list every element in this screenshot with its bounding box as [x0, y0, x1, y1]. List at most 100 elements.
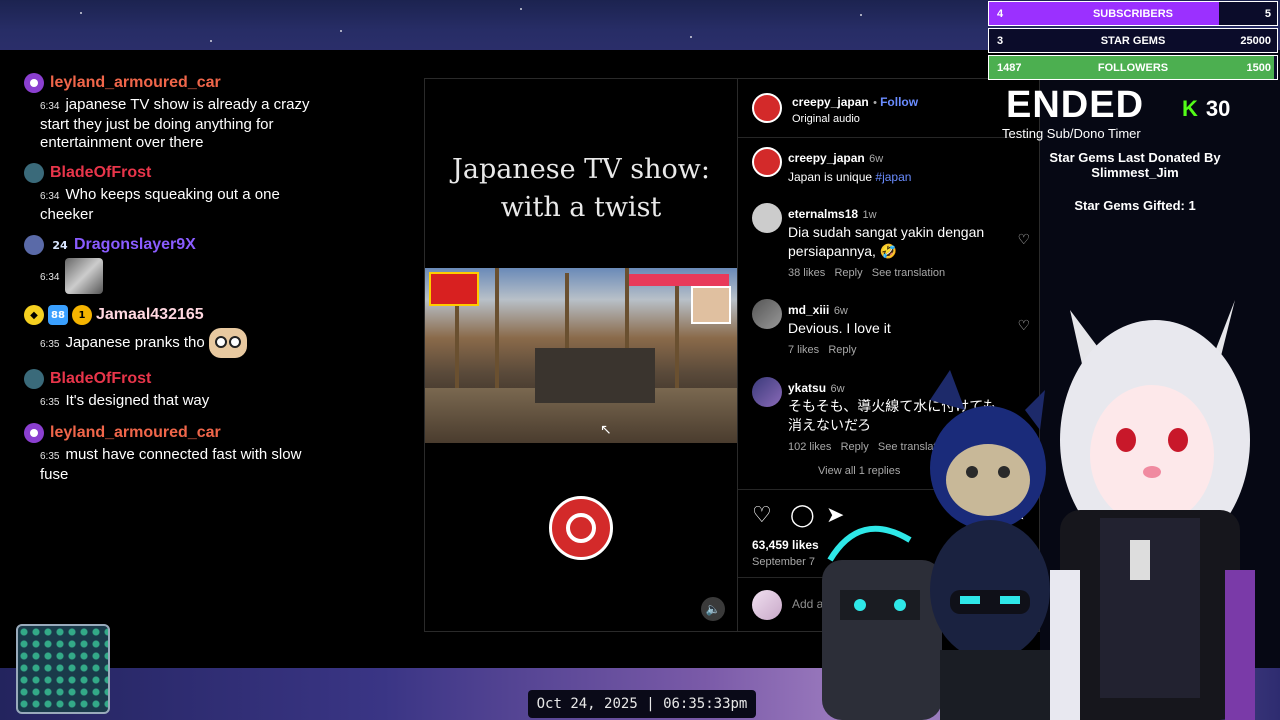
mouse-cursor-icon: ↖ [600, 422, 612, 438]
chat-text: must have connected fast with slow fuse [40, 446, 302, 483]
chat-message: leyland_armoured_car 6:35 must have conne… [24, 420, 324, 484]
viewer-count: 30 [1205, 96, 1231, 121]
badge-88-icon: 88 [48, 305, 68, 325]
goal-target: 25000 [1240, 35, 1271, 47]
video-clip-frame [425, 268, 737, 443]
user-avatar-icon[interactable] [752, 203, 782, 233]
robot-avatar [822, 525, 942, 720]
caption-age: 6w [869, 153, 884, 165]
tv-show-logo [429, 272, 479, 306]
comment-likes[interactable]: 38 likes [788, 267, 825, 279]
user-avatar-icon[interactable] [752, 377, 782, 407]
user-avatar-icon [24, 369, 44, 389]
reply-button[interactable]: Reply [834, 267, 862, 279]
chat-username[interactable]: leyland_armoured_car [50, 74, 221, 92]
post-header: creepy_japan • Follow Original audio [738, 79, 1040, 138]
chat-text: It's designed that way [65, 392, 210, 409]
white-fox-girl-avatar [1050, 300, 1255, 720]
like-heart-icon[interactable]: ♡ [1017, 231, 1030, 248]
goal-subscribers: 4 SUBSCRIBERS 5 [988, 1, 1278, 26]
user-avatar-icon [24, 163, 44, 183]
clock-separator: | [646, 696, 655, 712]
follow-button[interactable]: Follow [880, 95, 918, 109]
chat-message: ◆ 88 1 Jamaal432165 6:35 Japanese pranks … [24, 302, 324, 358]
goal-star-gems: 3 STAR GEMS 25000 [988, 28, 1278, 53]
video-caption-line: with a twist [500, 192, 662, 223]
reel-video-player[interactable]: Japanese TV show: with a twist 🔈 [425, 79, 737, 631]
chat-username[interactable]: leyland_armoured_car [50, 424, 221, 442]
gem-jar-widget [16, 624, 110, 714]
user-avatar-icon[interactable] [752, 299, 782, 329]
kick-viewer-count: K 30 [1182, 96, 1230, 122]
chat-message: BladeOfFrost 6:34 Who keeps squeaking out… [24, 160, 324, 224]
tv-inset-face [691, 286, 731, 324]
audio-label[interactable]: Original audio [792, 113, 918, 125]
mute-icon[interactable]: 🔈 [701, 597, 725, 621]
goal-target: 5 [1264, 8, 1271, 20]
comment-age: 1w [862, 209, 877, 221]
chat-timestamp: 6:35 [40, 451, 60, 462]
chat-timestamp: 6:34 [40, 101, 60, 112]
timer-status: ENDED [1006, 84, 1145, 126]
chat-message: 24 Dragonslayer9X 6:34 [24, 232, 324, 294]
see-translation-link[interactable]: See translation [872, 267, 945, 279]
goal-followers: 1487 FOLLOWERS 1500 [988, 55, 1278, 80]
masked-avatar [930, 520, 1050, 720]
chat-username[interactable]: Dragonslayer9X [74, 236, 196, 254]
chat-message: leyland_armoured_car 6:34 japanese TV sho… [24, 70, 324, 152]
chat-username[interactable]: BladeOfFrost [50, 370, 151, 388]
chat-text: japanese TV show is already a crazy star… [40, 96, 310, 151]
chat-username[interactable]: BladeOfFrost [50, 164, 151, 182]
emote-icon [65, 258, 104, 294]
chat-timestamp: 6:34 [40, 191, 60, 202]
gems-gifted-label: Star Gems Gifted: 1 [1074, 198, 1196, 213]
badge-1-icon: 1 [72, 305, 92, 325]
comment-text: Dia sudah sangat yakin dengan persiapann… [788, 224, 985, 259]
last-donated-label: Star Gems Last Donated By [1049, 150, 1221, 165]
star-decoration [690, 36, 692, 38]
video-caption-line: Japanese TV show: [452, 154, 710, 185]
user-avatar-icon [24, 73, 44, 93]
star-decoration [210, 40, 212, 42]
user-avatar-icon [24, 423, 44, 443]
chat-timestamp: 6:34 [40, 271, 60, 283]
stream-chat: leyland_armoured_car 6:34 japanese TV sho… [24, 70, 324, 492]
own-avatar-icon [752, 590, 782, 620]
creepy-japan-logo-icon [549, 496, 613, 560]
caption-account-name[interactable]: creepy_japan [788, 151, 865, 165]
user-avatar-icon [24, 235, 44, 255]
emote-icon [208, 328, 247, 358]
date-time-clock: Oct 24, 2025 | 06:35:33pm [528, 690, 756, 718]
account-avatar-icon[interactable] [752, 93, 782, 123]
comment-username[interactable]: eternalms18 [788, 207, 858, 221]
star-gems-info: Star Gems Last Donated By Slimmest_Jim S… [1040, 150, 1230, 213]
goal-label: STAR GEMS [1100, 35, 1166, 47]
chat-text: Who keeps squeaking out a one cheeker [40, 186, 280, 223]
last-donor-name: Slimmest_Jim [1091, 165, 1179, 180]
goal-label: FOLLOWERS [1097, 62, 1169, 74]
video-overlay-caption: Japanese TV show: with a twist [425, 151, 737, 227]
clock-date: Oct 24, 2025 [536, 696, 638, 712]
clock-time: 06:35:33pm [663, 696, 748, 712]
chat-message: BladeOfFrost 6:35 It's designed that way [24, 366, 324, 412]
chat-timestamp: 6:35 [40, 338, 60, 350]
account-avatar-icon[interactable] [752, 147, 782, 177]
hashtag-link[interactable]: #japan [875, 170, 911, 184]
tv-show-banner [629, 274, 729, 286]
badge-24-icon: 24 [52, 238, 68, 252]
timer-subtitle: Testing Sub/Dono Timer [1002, 126, 1141, 141]
vtuber-avatars [822, 300, 1255, 720]
blue-cat-avatar [930, 370, 1046, 530]
star-decoration [340, 30, 342, 32]
chat-timestamp: 6:35 [40, 397, 60, 408]
account-name[interactable]: creepy_japan [792, 95, 869, 109]
stream-goals: 4 SUBSCRIBERS 5 3 STAR GEMS 25000 1487 F… [988, 1, 1278, 82]
bat-badge-icon: ◆ [24, 305, 44, 325]
star-decoration [80, 12, 82, 14]
like-heart-icon[interactable]: ♡ [752, 502, 772, 528]
chat-text: Japanese pranks tho [65, 333, 205, 351]
goal-label: SUBSCRIBERS [1092, 8, 1174, 20]
chat-username[interactable]: Jamaal432165 [96, 306, 204, 324]
goal-target: 1500 [1246, 62, 1271, 74]
kick-logo-icon: K [1182, 96, 1198, 121]
